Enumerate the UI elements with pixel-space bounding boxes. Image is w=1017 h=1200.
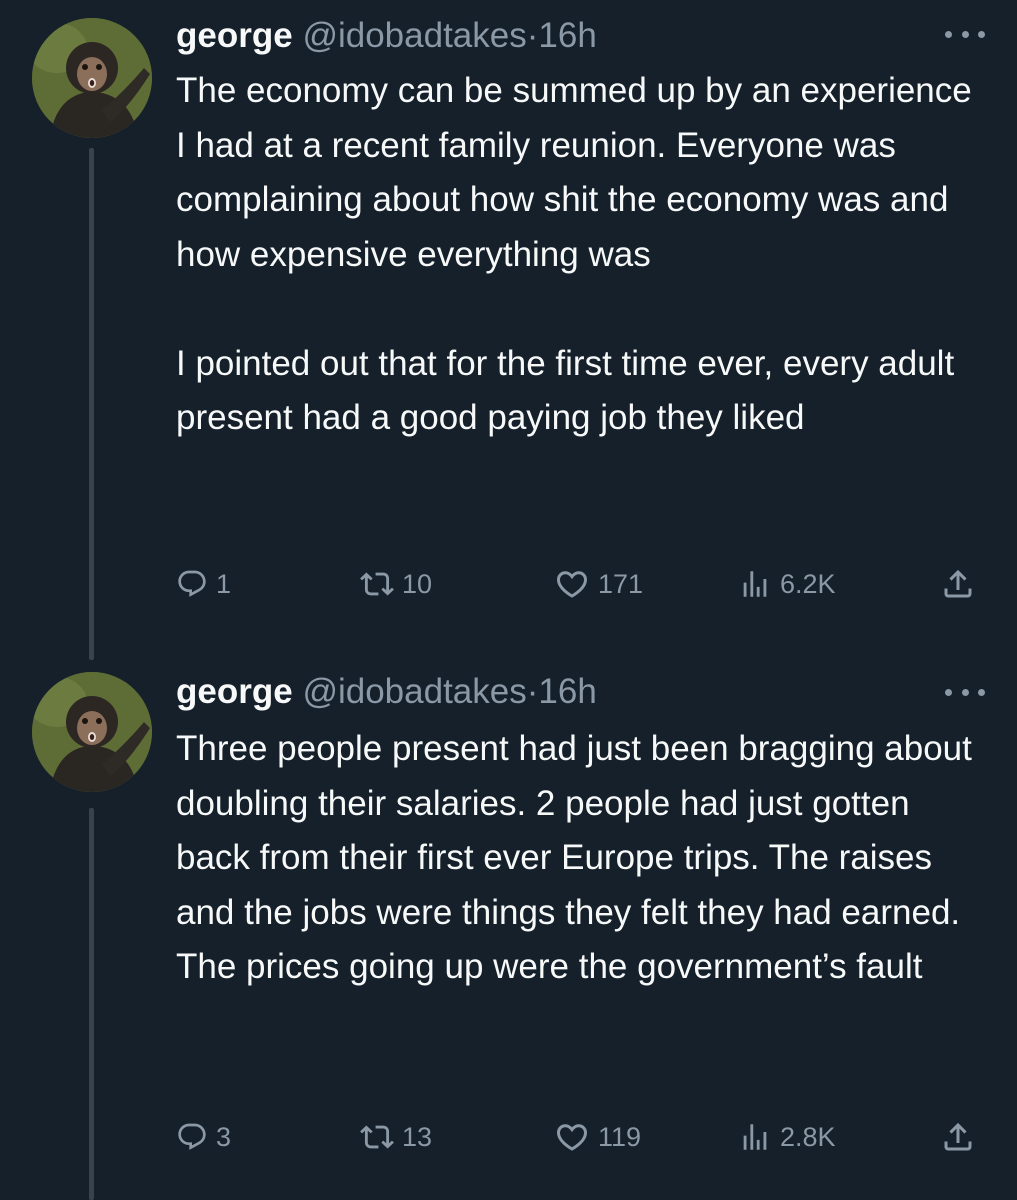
reply-button[interactable]: 1 — [176, 562, 231, 606]
timestamp[interactable]: 16h — [538, 672, 596, 711]
reply-button[interactable]: 3 — [176, 1115, 231, 1159]
like-count: 171 — [598, 568, 644, 599]
avatar[interactable] — [32, 18, 152, 138]
reply-count: 1 — [216, 568, 232, 599]
thread-connector-line — [89, 148, 94, 660]
tweet-header: george @idobadtakes·16h — [176, 670, 597, 714]
share-icon — [940, 566, 976, 602]
retweet-icon — [360, 1120, 394, 1154]
retweet-button[interactable]: 13 — [360, 1115, 432, 1159]
share-button[interactable] — [940, 562, 976, 606]
more-dot — [978, 688, 985, 696]
tweet-header: george @idobadtakes·16h — [176, 14, 597, 58]
reply-count: 3 — [216, 1121, 232, 1152]
monkey-avatar-image — [32, 18, 152, 138]
display-name[interactable]: george — [176, 16, 293, 55]
heart-icon — [554, 566, 590, 602]
more-dot — [961, 30, 969, 38]
tweet-text: Three people present had just been bragg… — [176, 729, 982, 986]
like-count: 119 — [598, 1121, 642, 1152]
retweet-button[interactable]: 10 — [360, 562, 432, 606]
tweet-actions: 1 10 171 6.2K — [172, 562, 992, 606]
like-button[interactable]: 171 — [554, 562, 643, 606]
heart-icon — [554, 1119, 590, 1155]
separator-dot: · — [526, 16, 539, 55]
more-horizontal-icon — [945, 688, 952, 696]
user-handle[interactable]: @idobadtakes — [302, 672, 526, 711]
more-dot — [978, 30, 985, 38]
views-icon — [738, 1120, 772, 1154]
views-button[interactable]: 2.8K — [738, 1115, 836, 1159]
more-horizontal-icon — [945, 30, 952, 38]
more-options-button[interactable] — [945, 24, 985, 44]
thread-connector-line — [89, 808, 94, 1200]
views-button[interactable]: 6.2K — [738, 562, 836, 606]
more-options-button[interactable] — [945, 682, 985, 702]
monkey-avatar-image — [32, 672, 152, 792]
views-count: 2.8K — [780, 1121, 836, 1152]
avatar[interactable] — [32, 672, 152, 792]
user-handle[interactable]: @idobadtakes — [302, 16, 526, 55]
timestamp[interactable]: 16h — [538, 16, 596, 55]
share-button[interactable] — [940, 1115, 976, 1159]
more-dot — [961, 688, 969, 696]
retweet-count: 10 — [402, 568, 433, 599]
like-button[interactable]: 119 — [554, 1115, 641, 1159]
tweet-2[interactable]: george @idobadtakes·16h Three people pre… — [0, 660, 1017, 1200]
views-icon — [738, 567, 772, 601]
retweet-count: 13 — [402, 1121, 433, 1152]
display-name[interactable]: george — [176, 672, 293, 711]
retweet-icon — [360, 567, 394, 601]
share-icon — [940, 1119, 976, 1155]
tweet-text: The economy can be summed up by an exper… — [176, 71, 972, 437]
reply-icon — [176, 1121, 208, 1153]
reply-icon — [176, 568, 208, 600]
separator-dot: · — [526, 672, 539, 711]
tweet-actions: 3 13 119 2.8K — [172, 1115, 992, 1159]
tweet-1[interactable]: george @idobadtakes·16h The economy can … — [0, 0, 1017, 660]
views-count: 6.2K — [780, 568, 836, 599]
